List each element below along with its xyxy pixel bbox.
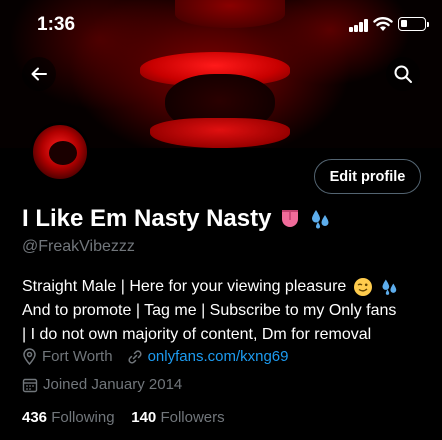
bio-line: And to promote | Tag me | Subscribe to m… — [22, 302, 397, 319]
profile-handle: @FreakVibezzz — [22, 238, 135, 255]
search-button[interactable] — [386, 57, 420, 91]
avatar[interactable] — [30, 122, 90, 182]
sweat-droplets-emoji-icon — [382, 279, 397, 295]
bio-line: Straight Male | Here for your viewing pl… — [22, 275, 432, 299]
back-button[interactable] — [22, 57, 56, 91]
back-arrow-icon — [31, 67, 47, 81]
tongue-emoji-icon — [282, 210, 299, 227]
status-bar: 1:36 — [0, 0, 442, 44]
profile-website-link[interactable]: onlyfans.com/kxng69 — [148, 348, 289, 365]
follow-counts: 436 Following 140 Followers — [22, 409, 225, 426]
profile-joined-date: Joined January 2014 — [43, 376, 183, 393]
profile-bio: Straight Male | Here for your viewing pl… — [22, 275, 432, 347]
display-name: I Like Em Nasty Nasty — [22, 205, 272, 232]
battery-icon — [398, 17, 429, 31]
location-pin-icon — [22, 348, 37, 365]
cellular-signal-icon — [349, 19, 369, 32]
edit-profile-button[interactable]: Edit profile — [314, 159, 421, 194]
bio-line: | I do not own majority of content, Dm f… — [22, 326, 372, 343]
followers-label: Followers — [160, 409, 225, 426]
display-name-row: I Like Em Nasty Nasty — [22, 205, 333, 233]
calendar-icon — [22, 377, 38, 393]
status-time: 1:36 — [37, 14, 76, 35]
followers-link[interactable]: 140 Followers — [131, 409, 224, 426]
winking-face-emoji-icon — [354, 278, 373, 296]
profile-meta-row: Fort Worth onlyfans.com/kxng69 — [22, 348, 289, 365]
following-label: Following — [51, 409, 115, 426]
following-count: 436 — [22, 409, 48, 426]
profile-location: Fort Worth — [42, 348, 113, 365]
wifi-icon — [373, 17, 393, 31]
following-link[interactable]: 436 Following — [22, 409, 115, 426]
followers-count: 140 — [131, 409, 157, 426]
link-icon — [127, 349, 143, 365]
profile-joined-row: Joined January 2014 — [22, 376, 182, 393]
search-icon — [394, 65, 412, 83]
sweat-droplets-emoji-icon — [312, 210, 329, 229]
